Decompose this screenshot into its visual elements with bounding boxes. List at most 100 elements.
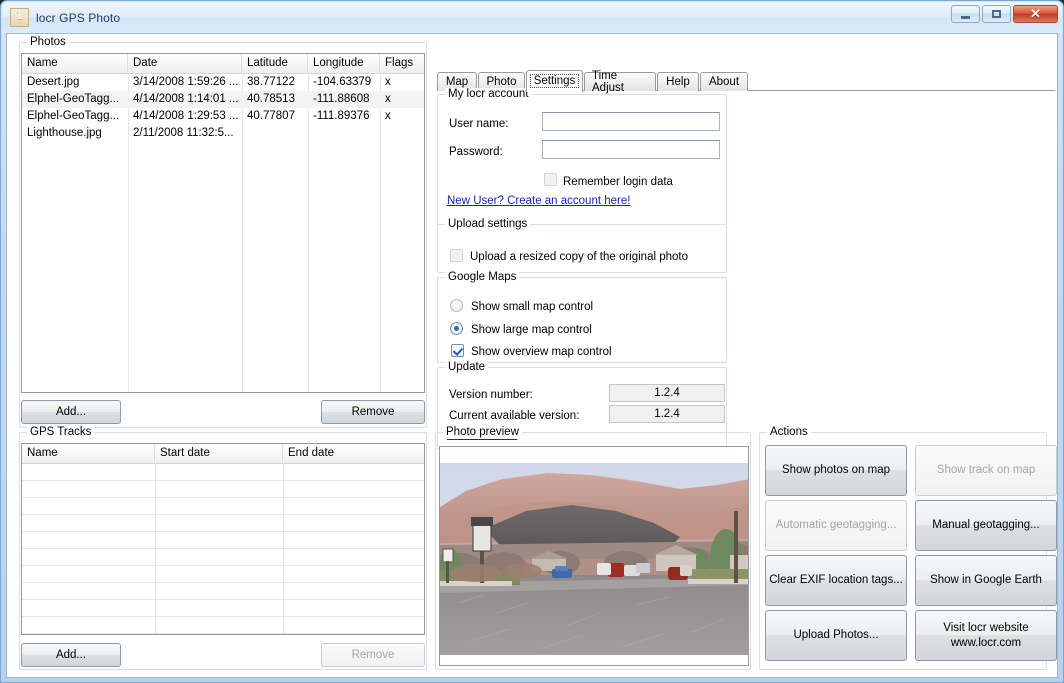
window-controls: ✕	[951, 5, 1058, 23]
window-title: locr GPS Photo	[36, 10, 121, 25]
upload-photos-button[interactable]: Upload Photos...	[765, 610, 907, 661]
tab-label: Photo	[486, 76, 517, 88]
tab-settings[interactable]: Settings	[526, 70, 583, 92]
tab-time-adjust[interactable]: Time Adjust	[584, 70, 656, 94]
upload-resized-label: Upload a resized copy of the original ph…	[470, 251, 689, 263]
table-row[interactable]: Desert.jpg 3/14/2008 1:59:26 ... 38.7712…	[22, 74, 424, 91]
small-map-label: Show small map control	[471, 301, 594, 313]
photo-name: Elphel-GeoTagg...	[27, 93, 120, 105]
photos-remove-button[interactable]: Remove	[321, 400, 425, 424]
client-area: Photos Name Date Latitude Longitude Flag…	[6, 33, 1058, 678]
photos-col-date[interactable]: Date	[128, 54, 242, 73]
application-window: locr GPS Photo ✕ Photos Name Date Latitu…	[0, 0, 1064, 683]
tracks-add-button[interactable]: Add...	[21, 643, 121, 667]
table-row[interactable]: Elphel-GeoTagg... 4/14/2008 1:29:53 ... …	[22, 108, 424, 125]
photos-col-longitude[interactable]: Longitude	[308, 54, 380, 73]
photo-latitude	[242, 125, 308, 142]
table-row[interactable]: Lighthouse.jpg 2/11/2008 11:32:5...	[22, 125, 424, 142]
photos-body: Desert.jpg 3/14/2008 1:59:26 ... 38.7712…	[22, 74, 424, 142]
list-item[interactable]	[22, 464, 424, 481]
remember-login-checkbox[interactable]	[544, 173, 557, 186]
list-item[interactable]	[22, 617, 424, 634]
photos-col-latitude[interactable]: Latitude	[242, 54, 308, 73]
photos-add-button[interactable]: Add...	[21, 400, 121, 424]
photo-preview-box[interactable]	[439, 446, 749, 666]
tab-label: About	[708, 76, 740, 88]
username-label: User name:	[449, 118, 509, 130]
tracks-col-end-date[interactable]: End date	[283, 444, 424, 463]
list-item[interactable]	[22, 515, 424, 532]
photo-latitude: 38.77122	[247, 76, 295, 88]
preview-photo-graphic	[440, 463, 748, 655]
photo-longitude: -111.88608	[313, 93, 370, 105]
upload-resized-checkbox[interactable]	[450, 249, 463, 262]
list-item[interactable]	[22, 498, 424, 515]
available-version-label: Current available version:	[449, 410, 580, 422]
list-item[interactable]	[22, 583, 424, 600]
photo-date: 4/14/2008 1:14:01 ...	[133, 93, 239, 105]
upload-settings-group: Upload settings	[437, 218, 727, 273]
photo-name: Elphel-GeoTagg...	[27, 110, 120, 122]
photos-col-flags[interactable]: Flags	[380, 54, 424, 73]
photo-name: Desert.jpg	[27, 76, 80, 88]
version-number-label: Version number:	[449, 389, 533, 401]
list-item[interactable]	[22, 549, 424, 566]
tracks-col-name[interactable]: Name	[22, 444, 155, 463]
tracks-header-row: Name Start date End date	[22, 444, 424, 464]
tab-help[interactable]: Help	[657, 72, 699, 91]
list-item[interactable]	[22, 600, 424, 617]
available-version-value: 1.2.4	[609, 405, 725, 423]
photos-listview[interactable]: Name Date Latitude Longitude Flags Deser…	[21, 53, 425, 393]
version-number-value: 1.2.4	[609, 384, 725, 402]
tab-label: Map	[445, 76, 469, 88]
account-group-legend: My locr account	[445, 88, 532, 100]
manual-geotagging-button[interactable]: Manual geotagging...	[915, 500, 1057, 551]
list-item[interactable]	[22, 532, 424, 549]
large-map-radio[interactable]	[450, 322, 463, 335]
photo-latitude: 40.78513	[247, 93, 295, 105]
photo-longitude	[308, 125, 380, 142]
close-button[interactable]: ✕	[1013, 5, 1058, 23]
gps-tracks-group-legend: GPS Tracks	[27, 426, 95, 438]
automatic-geotagging-button: Automatic geotagging...	[765, 500, 907, 551]
create-account-link[interactable]: New User? Create an account here!	[447, 195, 630, 207]
photo-date: 2/11/2008 11:32:5...	[133, 127, 234, 139]
google-maps-group-legend: Google Maps	[445, 271, 520, 283]
photos-header-row: Name Date Latitude Longitude Flags	[22, 54, 424, 74]
minimize-button[interactable]	[951, 5, 980, 23]
tracks-col-start-date[interactable]: Start date	[155, 444, 283, 463]
password-label: Password:	[449, 146, 503, 158]
photo-flags: x	[385, 93, 391, 105]
show-photos-on-map-button[interactable]: Show photos on map	[765, 445, 907, 496]
overview-map-label: Show overview map control	[471, 346, 612, 358]
photo-flags	[380, 125, 424, 142]
list-item[interactable]	[22, 481, 424, 498]
photo-latitude: 40.77807	[247, 110, 295, 122]
photo-longitude: -104.63379	[313, 76, 372, 88]
photo-preview-group-legend: Photo preview	[443, 426, 522, 438]
tracks-remove-button: Remove	[321, 643, 425, 667]
maximize-icon	[983, 6, 1010, 22]
photo-longitude: -111.89376	[313, 110, 370, 122]
actions-group-legend: Actions	[767, 426, 811, 438]
table-row[interactable]: Elphel-GeoTagg... 4/14/2008 1:14:01 ... …	[22, 91, 424, 108]
photos-col-name[interactable]: Name	[22, 54, 128, 73]
photo-date: 4/14/2008 1:29:53 ...	[133, 110, 239, 122]
app-icon	[10, 8, 29, 27]
photo-flags: x	[385, 110, 391, 122]
list-item[interactable]	[22, 566, 424, 583]
overview-map-checkbox[interactable]	[451, 344, 464, 357]
small-map-radio[interactable]	[450, 299, 463, 312]
username-field[interactable]	[542, 112, 720, 131]
maximize-button[interactable]	[982, 5, 1011, 23]
clear-exif-location-tags-button[interactable]: Clear EXIF location tags...	[765, 555, 907, 606]
password-field[interactable]	[542, 140, 720, 159]
gps-tracks-listview[interactable]: Name Start date End date	[21, 443, 425, 635]
tab-about[interactable]: About	[700, 72, 748, 91]
photo-date: 3/14/2008 1:59:26 ...	[133, 76, 239, 88]
visit-locr-website-button[interactable]: Visit locr website www.locr.com	[915, 610, 1057, 661]
tab-strip: Map Photo Settings Time Adjust Help Abou…	[437, 70, 1055, 94]
show-in-google-earth-button[interactable]: Show in Google Earth	[915, 555, 1057, 606]
remember-login-label: Remember login data	[563, 176, 673, 188]
tracks-body	[22, 464, 424, 634]
